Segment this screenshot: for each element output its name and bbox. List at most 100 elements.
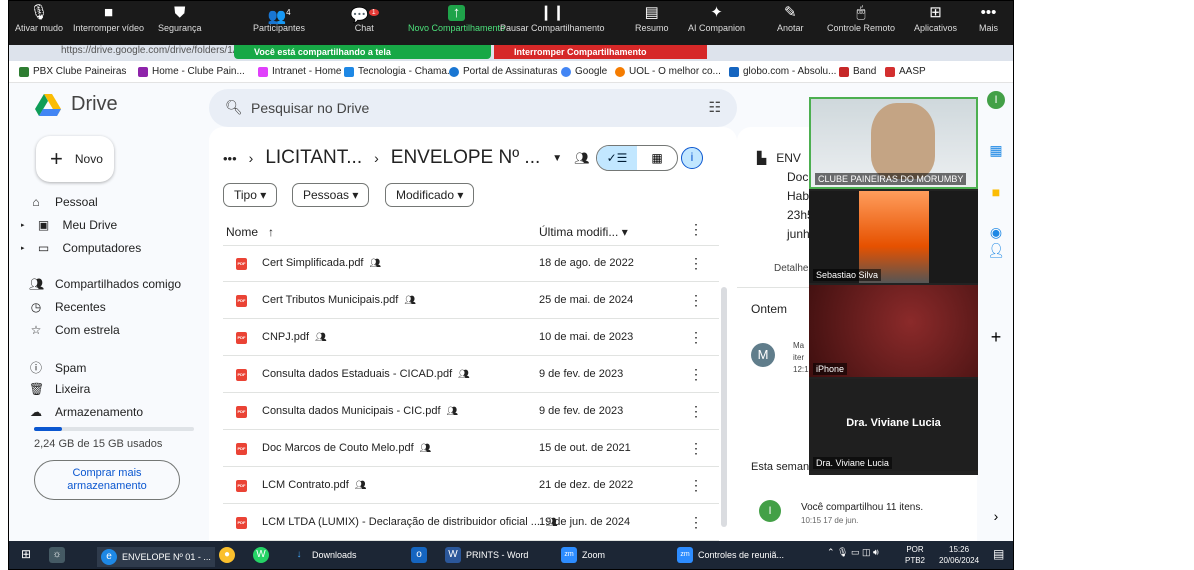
chat-button[interactable]: 💬 1 Chat	[350, 3, 379, 33]
nav-starred[interactable]: ☆ Com estrela	[29, 323, 120, 337]
breadcrumb-current[interactable]: ENVELOPE Nº ...	[391, 147, 541, 169]
participants-count: 4	[286, 8, 291, 17]
more-menu-icon[interactable]: ⋮	[689, 514, 703, 531]
filter-people[interactable]: Pessoas ▾	[292, 183, 370, 207]
ai-companion-button[interactable]: ✦ AI Companion	[688, 3, 745, 33]
participants-button[interactable]: 👥4 Participantes	[253, 3, 305, 33]
bookmark-pbx[interactable]: PBX Clube Paineiras	[19, 66, 126, 77]
more-menu-icon[interactable]: ⋮	[689, 403, 703, 420]
taskbar-whatsapp[interactable]: W	[253, 547, 269, 563]
video-tile[interactable]: iPhone	[809, 285, 978, 377]
nav-computers[interactable]: ▸ ▭ Computadores	[21, 241, 141, 255]
new-share-button[interactable]: ↑ Novo Compartilhamento	[408, 3, 505, 34]
keep-icon[interactable]: ■	[987, 183, 1005, 201]
video-tile[interactable]: Sebastiao Silva	[809, 191, 978, 283]
more-menu-icon[interactable]: ⋮	[689, 255, 703, 272]
grid-view-icon[interactable]: ▦	[637, 146, 677, 170]
tasks-icon[interactable]: ◉	[987, 223, 1005, 241]
expand-panel-icon[interactable]: ›	[987, 507, 1005, 525]
start-button[interactable]: ⊞	[21, 547, 31, 561]
more-menu-icon[interactable]: ⋮	[689, 477, 703, 494]
nav-shared[interactable]: 👥︎ Compartilhados comigo	[29, 277, 181, 291]
file-row[interactable]: PDF Consulta dados Estaduais - CICAD.pdf 👥…	[223, 357, 719, 393]
annotate-button[interactable]: ✎ Anotar	[777, 3, 804, 33]
bookmark-intranet[interactable]: Intranet - Home	[258, 66, 341, 77]
column-menu-icon[interactable]: ⋮	[689, 221, 703, 238]
dropdown-icon[interactable]: ▼	[552, 153, 562, 164]
time-text: 15:26	[949, 545, 970, 554]
summary-button[interactable]: ▤ Resumo	[635, 3, 669, 33]
taskbar-word[interactable]: W PRINTS - Word	[445, 547, 528, 563]
search-bar[interactable]: 🔍︎ Pesquisar no Drive ☷	[209, 89, 737, 127]
bookmark-google[interactable]: Google	[561, 66, 607, 77]
col-name[interactable]: Nome ↑	[226, 225, 274, 239]
stop-video-button[interactable]: ■ Interromper vídeo	[73, 3, 144, 33]
search-input[interactable]: Pesquisar no Drive	[251, 100, 369, 116]
more-menu-icon[interactable]: ⋮	[689, 292, 703, 309]
clock[interactable]: 15:26 20/06/2024	[939, 544, 979, 566]
bookmark-band[interactable]: Band	[839, 66, 876, 77]
breadcrumb-item[interactable]: LICITANT...	[265, 147, 362, 169]
file-row[interactable]: PDF Consulta dados Municipais - CIC.pdf 👥︎…	[223, 394, 719, 430]
details-header: ▙ ENV Doc Habi 23h5 junh	[757, 149, 814, 244]
file-row[interactable]: PDF CNPJ.pdf 👥︎ 10 de mai. de 2023 ⋮	[223, 320, 719, 356]
pause-share-button[interactable]: ❙❙ Pausar Compartilhamento	[500, 3, 605, 33]
list-view-icon[interactable]: ✓☰	[597, 146, 637, 170]
taskbar-meeting-controls[interactable]: zm Controles de reuniã...	[677, 547, 784, 563]
mute-button[interactable]: 🎙 Ativar mudo	[15, 3, 63, 33]
add-addon-icon[interactable]: +	[987, 328, 1005, 346]
details-tab[interactable]: Detalhe	[774, 263, 808, 274]
bookmark-uol[interactable]: UOL - O melhor co...	[615, 66, 721, 77]
col-modified[interactable]: Última modifi... ▾	[539, 225, 628, 239]
remote-control-button[interactable]: 🖱 Controle Remoto	[827, 3, 895, 33]
nav-spam[interactable]: ⓘ Spam	[29, 359, 86, 376]
video-tile[interactable]: Dra. Viviane Lucia Dra. Viviane Lucia	[809, 379, 978, 471]
scrollbar[interactable]	[721, 287, 727, 527]
file-row[interactable]: PDF LCM LTDA (LUMIX) - Declaração de dist…	[223, 505, 719, 541]
bookmark-globo[interactable]: globo.com - Absolu...	[729, 66, 836, 77]
nav-storage[interactable]: ☁︎ Armazenamento	[29, 405, 143, 419]
taskbar-edge[interactable]: e ENVELOPE Nº 01 - ...	[97, 547, 215, 567]
language-indicator[interactable]: POR PTB2	[905, 544, 925, 566]
filter-modified[interactable]: Modificado ▾	[385, 183, 475, 207]
apps-button[interactable]: ⊞ Aplicativos	[914, 3, 957, 33]
taskbar-chrome[interactable]: ●	[219, 547, 235, 563]
more-button[interactable]: ••• Mais	[979, 3, 998, 33]
calendar-icon[interactable]: ▦	[987, 141, 1005, 159]
taskbar-downloads[interactable]: ↓ Downloads	[291, 547, 357, 563]
new-button[interactable]: + Novo	[36, 136, 114, 182]
security-button[interactable]: ⛊ Segurança	[158, 3, 202, 33]
filter-type[interactable]: Tipo ▾	[223, 183, 278, 207]
file-row[interactable]: PDF Cert Tributos Municipais.pdf 👥︎ 25 de m…	[223, 283, 719, 319]
bookmark-tecnologia[interactable]: Tecnologia - Chama...	[344, 66, 455, 77]
account-avatar[interactable]: I	[987, 91, 1005, 109]
nav-trash[interactable]: 🗑︎ Lixeira	[29, 382, 90, 396]
bookmark-aasp[interactable]: AASP	[885, 66, 926, 77]
drive-logo[interactable]: Drive	[35, 93, 118, 116]
taskbar-app[interactable]: ☼	[49, 547, 65, 563]
breadcrumb-overflow[interactable]: •••	[223, 151, 237, 166]
video-tile[interactable]: CLUBE PAINEIRAS DO MORUMBY	[809, 97, 978, 189]
nav-my-drive[interactable]: ▸ ▣ Meu Drive	[21, 218, 117, 232]
view-toggle[interactable]: ✓☰ ▦	[596, 145, 678, 171]
contacts-icon[interactable]: 👤︎	[987, 241, 1005, 259]
bookmark-portal[interactable]: Portal de Assinaturas	[449, 66, 558, 77]
nav-recent[interactable]: ◷ Recentes	[29, 300, 106, 314]
more-menu-icon[interactable]: ⋮	[689, 366, 703, 383]
search-icon[interactable]: 🔍︎	[225, 99, 243, 116]
file-row[interactable]: PDF LCM Contrato.pdf 👥︎ 21 de dez. de 2022 ⋮	[223, 468, 719, 504]
nav-pessoal[interactable]: ⌂ Pessoal	[29, 195, 97, 209]
more-menu-icon[interactable]: ⋮	[689, 329, 703, 346]
more-menu-icon[interactable]: ⋮	[689, 440, 703, 457]
system-tray[interactable]: ⌃ 🎙︎ ▭ ◫ 🔊︎	[827, 547, 879, 558]
buy-storage-button[interactable]: Comprar mais armazenamento	[34, 460, 180, 500]
taskbar-zoom[interactable]: zm Zoom	[561, 547, 605, 563]
file-row[interactable]: PDF Cert Simplificada.pdf 👥︎ 18 de ago. de …	[223, 246, 719, 282]
taskbar-outlook[interactable]: o	[411, 547, 427, 563]
search-options-icon[interactable]: ☷	[708, 99, 721, 116]
file-row[interactable]: PDF Doc Marcos de Couto Melo.pdf 👥︎ 15 de o…	[223, 431, 719, 467]
bookmark-home-clube[interactable]: Home - Clube Pain...	[138, 66, 245, 77]
notifications-icon[interactable]: ▤	[993, 547, 1004, 561]
info-icon[interactable]: i	[681, 147, 703, 169]
stop-share-button[interactable]: Interromper Compartilhamento	[494, 45, 707, 59]
